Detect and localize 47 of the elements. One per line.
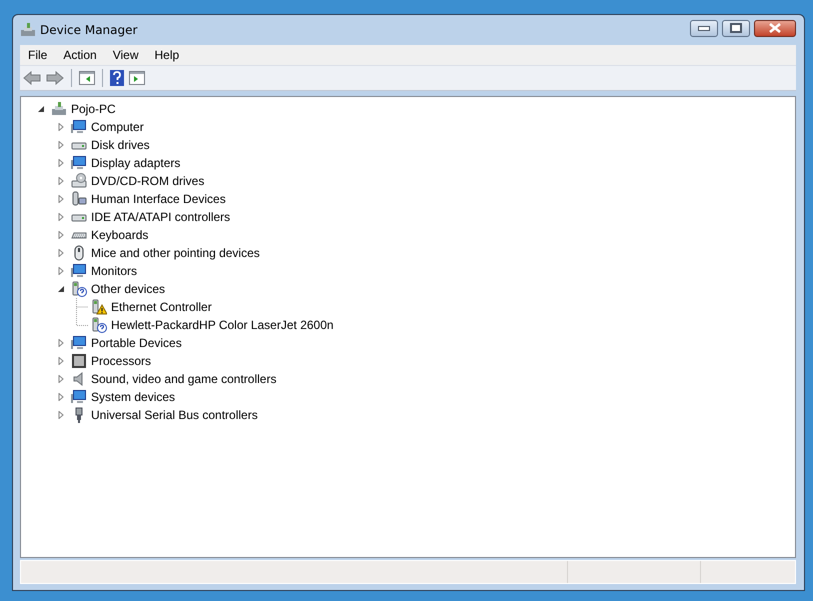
maximize-button[interactable] — [722, 20, 750, 36]
tree-item[interactable]: Hewlett-PackardHP Color LaserJet 2600n — [111, 318, 334, 332]
close-icon — [768, 23, 782, 33]
device-icon — [71, 191, 87, 207]
tree-item[interactable]: DVD/CD-ROM drives — [91, 174, 204, 188]
monitor-icon — [71, 263, 87, 279]
tree-item[interactable]: Keyboards — [91, 228, 148, 242]
monitor-icon — [71, 119, 87, 135]
tree-item[interactable]: Computer — [91, 120, 144, 134]
menu-item[interactable]: File — [20, 48, 56, 62]
expander-icon[interactable] — [37, 105, 45, 113]
monitor-icon — [71, 155, 87, 171]
minimize-button[interactable] — [690, 20, 718, 36]
chip-icon — [71, 353, 87, 369]
tree-item[interactable]: Other devices — [91, 282, 166, 296]
tree-item[interactable]: Universal Serial Bus controllers — [91, 408, 258, 422]
tree-item[interactable]: Human Interface Devices — [91, 192, 226, 206]
close-button[interactable] — [754, 20, 796, 36]
tree-item[interactable]: Sound, video and game controllers — [91, 372, 276, 386]
panel-toggle-icon[interactable] — [79, 71, 95, 85]
expander-icon[interactable] — [57, 285, 65, 293]
computer-icon — [20, 22, 36, 38]
forward-arrow-icon[interactable] — [46, 71, 64, 85]
unknown-device-icon — [91, 317, 107, 333]
tree-item[interactable]: Display adapters — [91, 156, 180, 170]
tree-item[interactable]: Ethernet Controller — [111, 300, 212, 314]
tree-item[interactable]: System devices — [91, 390, 176, 404]
menu-item[interactable]: Action — [55, 48, 105, 62]
window-title: Device Manager — [40, 23, 138, 37]
panel-toggle-icon[interactable] — [129, 71, 145, 85]
menu-item[interactable]: Help — [146, 48, 188, 62]
disc-drive-icon — [71, 173, 87, 189]
tree-item[interactable]: Monitors — [91, 264, 138, 278]
tree-item[interactable]: Processors — [91, 354, 152, 368]
tree-item[interactable]: Pojo-PC — [71, 102, 116, 116]
back-arrow-icon[interactable] — [23, 71, 41, 85]
menu-item[interactable]: View — [104, 48, 146, 62]
tree-item[interactable]: Disk drives — [91, 138, 150, 152]
monitor-icon — [71, 389, 87, 405]
monitor-icon — [71, 335, 87, 351]
help-icon[interactable] — [110, 70, 124, 86]
unknown-device-icon — [71, 281, 87, 297]
tree-item[interactable]: Mice and other pointing devices — [91, 246, 260, 260]
warning-device-icon — [91, 299, 107, 315]
tree-item[interactable]: IDE ATA/ATAPI controllers — [91, 210, 230, 224]
tree-item[interactable]: Portable Devices — [91, 336, 182, 350]
computer-icon — [51, 101, 67, 117]
